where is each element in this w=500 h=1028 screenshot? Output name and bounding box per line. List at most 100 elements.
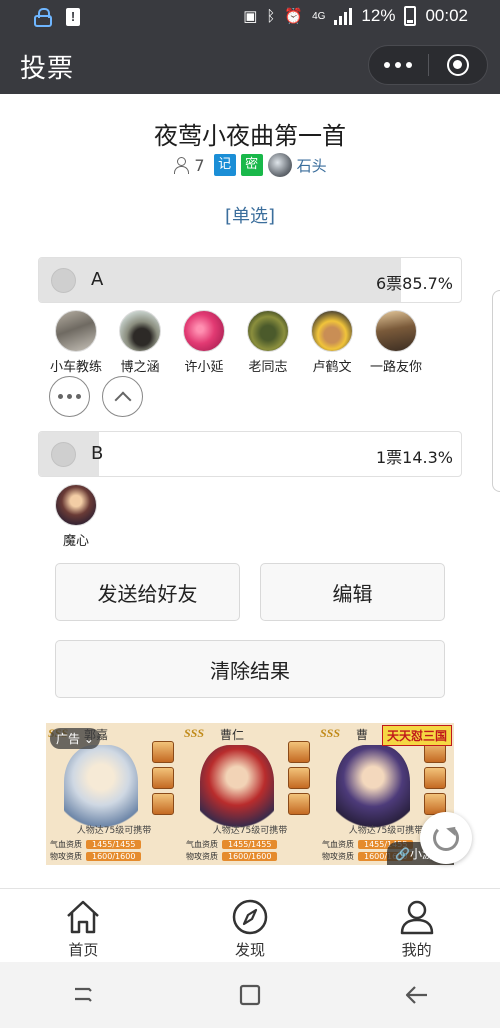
tab-discover-label: 发现 [235,941,266,959]
tab-mine[interactable]: 我的 [333,889,500,962]
target-close-icon [446,54,469,76]
hero-items [152,741,174,819]
record-badge: 记 [213,154,236,176]
hero-name: 曹仁 [220,728,245,742]
page-title: 投票 [20,54,75,84]
voter[interactable]: 一路友你 [364,310,428,375]
refresh-button[interactable] [420,812,472,864]
vote-type-label: [单选] [224,206,276,227]
tab-bar: 首页 发现 我的 [0,888,500,962]
avatar [55,484,97,526]
voter-name: 老同志 [248,360,288,375]
ad-hero-card: SSS 曹仁 人物达75级可携带 气血资质 1455/1455 物攻资质 1600/… [182,723,318,865]
more-dots-icon[interactable] [369,46,428,84]
hero-stat-atk: 物攻资质 1600/1600 [186,851,278,862]
voter[interactable]: 卢鹤文 [300,310,364,375]
home-square-icon[interactable] [236,981,264,1009]
hero-stat-hp: 气血资质 1455/1455 [186,839,278,850]
author-avatar [267,153,292,177]
secret-badge: 密 [240,154,263,176]
signal-icon [334,7,353,25]
chevron-up-icon [114,391,131,408]
person-icon [173,156,190,174]
hero-caption: 人物达75级可携带 [212,826,288,836]
hero-items [288,741,310,819]
refresh-icon [433,825,459,851]
avatar [119,310,161,352]
voter-name: 小车教练 [49,360,102,375]
alert-icon: ! [66,8,80,26]
vote-title: 夜莺小夜曲第一首 [154,122,346,150]
hero-rank: SSS [320,726,341,740]
avatar [311,310,353,352]
author-name[interactable]: 石头 [297,155,327,176]
tab-mine-label: 我的 [401,941,432,959]
option-a-votes: 6票 [375,274,403,293]
option-a-radio[interactable] [51,268,76,293]
back-arrow-icon[interactable] [403,981,431,1009]
recent-apps-icon[interactable] [69,981,97,1009]
alarm-icon: ⏰ [284,8,304,25]
avatar [247,310,289,352]
status-bar: ! ▣ ᛒ ⏰ 4G 12% 00:02 [0,0,500,36]
close-mini-program-button[interactable] [428,46,487,84]
option-b[interactable]: B 1票14.3% [38,431,462,477]
compass-icon [232,899,268,935]
voter-name: 卢鹤文 [312,360,352,375]
option-b-voters: 魔心 [44,484,108,549]
clear-results-button[interactable]: 清除结果 [55,640,445,698]
option-b-votes: 1票 [375,448,403,467]
option-a-percent: 85.7% [402,274,453,293]
voter[interactable]: 小车教练 [44,310,108,375]
bluetooth-icon: ᛒ [266,7,276,25]
option-b-result: 1票14.3% [376,444,453,468]
option-b-percent: 14.3% [402,448,453,467]
option-b-radio[interactable] [51,442,76,467]
mini-program-capsule [368,45,488,85]
voter-controls [49,376,143,417]
battery-icon [404,6,417,26]
vote-meta: 7 记 密 石头 [0,153,500,177]
send-to-friend-button[interactable]: 发送给好友 [55,563,240,621]
user-icon [400,900,433,935]
clock: 00:02 [425,6,468,25]
screenshot-icon: ▣ [243,8,258,25]
participant-count: 7 [194,155,205,175]
edit-button[interactable]: 编辑 [260,563,445,621]
ad-label-text: 广告 [56,732,81,746]
voter-name: 博之涵 [120,360,160,375]
side-drawer-handle[interactable] [492,290,500,492]
hero-items [424,741,446,819]
voter[interactable]: 博之涵 [108,310,172,375]
voter[interactable]: 老同志 [236,310,300,375]
hero-name: 曹 [356,728,369,742]
lock-icon [34,8,52,27]
show-more-voters-button[interactable] [49,376,90,417]
hero-rank: SSS [184,726,205,740]
chevron-down-icon: ⌄ [83,732,94,746]
system-navigation-bar [0,962,500,1028]
option-a-result: 6票85.7% [376,270,453,294]
voter-name: 一路友你 [369,360,422,375]
option-a-voters: 小车教练 博之涵 许小延 老同志 卢鹤文 一路友你 [44,310,428,375]
voter-name: 魔心 [62,534,89,549]
voter-name: 许小延 [184,360,224,375]
ad-game-title: 天天怼三国 [381,725,452,746]
voter[interactable]: 许小延 [172,310,236,375]
nav-bar: 投票 [0,36,500,94]
battery-level: 12% [361,6,396,25]
tab-discover[interactable]: 发现 [167,889,334,962]
collapse-voters-button[interactable] [102,376,143,417]
voter[interactable]: 魔心 [44,484,108,549]
hero-stat-hp: 气血资质 1455/1455 [50,839,142,850]
option-b-label: B [91,443,104,464]
hero-stat-atk: 物攻资质 1600/1600 [50,851,142,862]
ad-banner[interactable]: SSS 郭嘉 人物达75级可携带 气血资质1455/1455 物攻资质1600/… [46,723,454,865]
avatar [375,310,417,352]
network-type: 4G [312,10,326,22]
tab-home[interactable]: 首页 [0,889,167,962]
home-icon [67,900,100,934]
option-a[interactable]: A 6票85.7% [38,257,462,303]
ad-label[interactable]: 广告 ⌄ [50,728,100,749]
option-a-label: A [91,269,104,290]
